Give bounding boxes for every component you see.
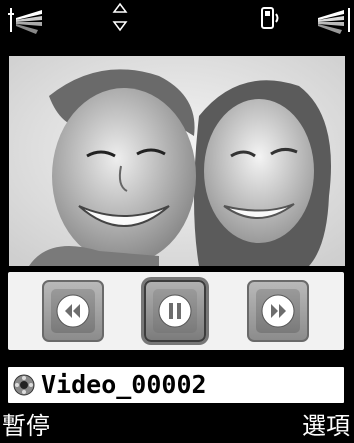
pause-icon [158, 294, 192, 328]
rewind-icon [56, 294, 90, 328]
file-name-bar: Video_00002 [6, 365, 346, 405]
scroll-up-down-icon [112, 2, 128, 32]
battery-level-icon [318, 8, 350, 34]
right-softkey-options[interactable]: 選項 [302, 410, 350, 443]
status-bar [0, 0, 354, 40]
left-softkey-pause[interactable]: 暫停 [2, 410, 50, 443]
file-name-label: Video_00002 [41, 370, 207, 399]
phone-profile-icon [261, 7, 279, 29]
softkey-bar: 暫停 選項 [0, 410, 354, 443]
pause-button[interactable] [144, 280, 206, 342]
fast-forward-button[interactable] [247, 280, 309, 342]
rewind-button[interactable] [42, 280, 104, 342]
fast-forward-icon [261, 294, 295, 328]
signal-strength-icon [8, 8, 42, 34]
video-still-image [9, 56, 345, 266]
media-player-screen: Video_00002 暫停 選項 [0, 0, 354, 443]
video-file-icon [13, 374, 35, 396]
video-frame[interactable] [9, 56, 345, 266]
playback-controls [6, 270, 346, 352]
